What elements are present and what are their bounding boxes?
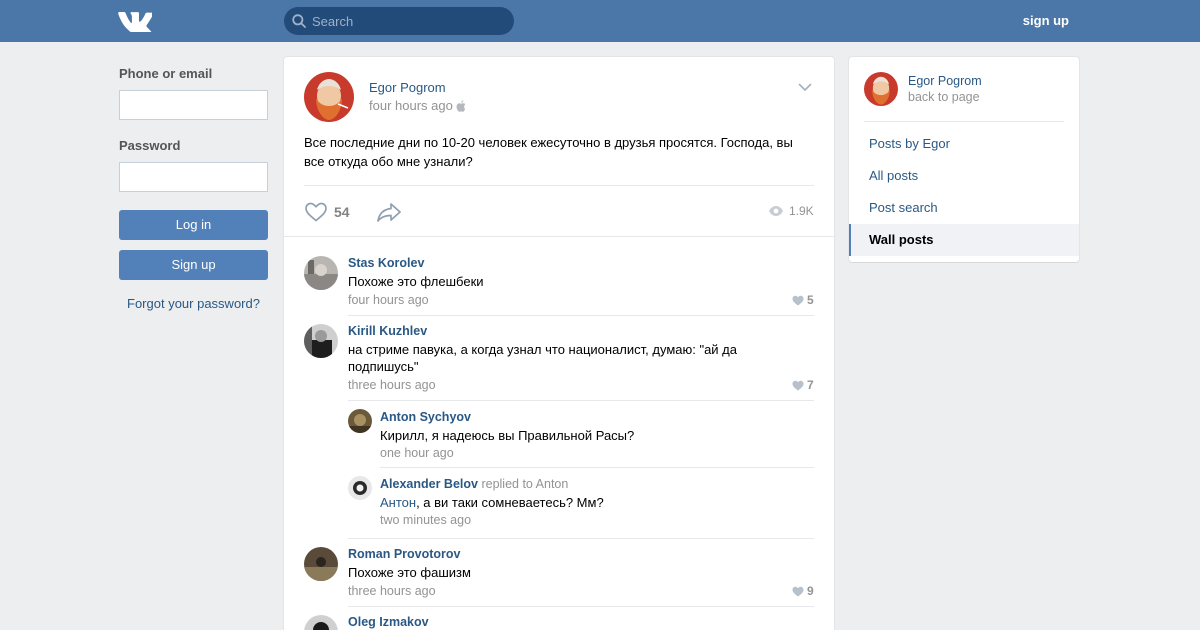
sidebar-author-name[interactable]: Egor Pogrom (908, 74, 982, 88)
right-sidebar: Egor Pogrom back to page Posts by Egor A… (849, 57, 1079, 262)
comment-like-count: 5 (807, 293, 814, 307)
forgot-password-link[interactable]: Forgot your password? (119, 296, 268, 311)
phone-label: Phone or email (119, 66, 213, 81)
password-field[interactable] (119, 162, 268, 192)
comment-text-line1: на стриме павука, а когда узнал что наци… (348, 342, 737, 357)
heart-icon[interactable] (792, 380, 804, 391)
post-author[interactable]: Egor Pogrom (369, 80, 446, 95)
post-time[interactable]: four hours ago (369, 98, 453, 113)
comment-time[interactable]: one hour ago (380, 446, 454, 460)
share-icon[interactable] (376, 202, 402, 222)
comment-text: Кирилл, я надеюсь вы Правильной Расы? (380, 428, 635, 443)
divider (380, 467, 814, 468)
divider (348, 538, 814, 539)
sidebar-item-post-search[interactable]: Post search (849, 192, 1079, 224)
search-box[interactable] (284, 7, 514, 35)
comment-author[interactable]: Roman Provotorov (348, 547, 461, 561)
password-label: Password (119, 138, 181, 153)
comment-time[interactable]: four hours ago (348, 293, 429, 307)
avatar[interactable] (864, 72, 898, 106)
heart-icon[interactable] (792, 295, 804, 306)
top-header: sign up (0, 0, 1200, 42)
avatar[interactable] (348, 476, 372, 500)
view-count: 1.9K (789, 204, 814, 218)
avatar[interactable] (304, 547, 338, 581)
comment-text: Антон, а ви таки сомневаетесь? Мм? (380, 495, 604, 510)
comment-author[interactable]: Stas Korolev (348, 256, 424, 270)
signup-button[interactable]: Sign up (119, 250, 268, 280)
heart-icon[interactable] (792, 586, 804, 597)
sidebar-item-wall-posts[interactable]: Wall posts (849, 224, 1079, 256)
comment-author[interactable]: Alexander Belov replied to Anton (380, 477, 568, 491)
search-input[interactable] (312, 7, 508, 35)
comment-author[interactable]: Oleg Izmakov (348, 615, 429, 629)
wall-post: Egor Pogrom four hours ago Все последние… (284, 57, 834, 630)
comment-text-line2: подпишусь" (348, 359, 419, 374)
vk-logo-icon[interactable] (118, 10, 152, 32)
login-form: Phone or email Password Log in Sign up F… (119, 66, 268, 311)
sidebar-item-posts-by-egor[interactable]: Posts by Egor (849, 128, 1079, 160)
comment-time[interactable]: three hours ago (348, 378, 436, 392)
comment-text: Похоже это флешбеки (348, 274, 484, 289)
avatar[interactable] (304, 324, 338, 358)
avatar[interactable] (304, 256, 338, 290)
mention-link[interactable]: Антон (380, 495, 416, 510)
avatar[interactable] (348, 409, 372, 433)
apple-icon (456, 100, 466, 112)
divider (304, 185, 814, 186)
back-to-page-link[interactable]: back to page (908, 90, 980, 104)
comment-time[interactable]: two minutes ago (380, 513, 471, 527)
comment-time[interactable]: three hours ago (348, 584, 436, 598)
divider (864, 121, 1064, 122)
comment-like-count: 7 (807, 378, 814, 392)
divider (348, 606, 814, 607)
comment-text: Похоже это фашизм (348, 565, 471, 580)
login-button[interactable]: Log in (119, 210, 268, 240)
eye-icon (769, 206, 783, 216)
search-icon (292, 14, 306, 28)
divider (348, 400, 814, 401)
post-text: Все последние дни по 10-20 человек ежесу… (304, 135, 793, 169)
divider (284, 236, 834, 237)
comment-author[interactable]: Kirill Kuzhlev (348, 324, 427, 338)
heart-icon[interactable] (304, 202, 328, 222)
comment-like-count: 9 (807, 584, 814, 598)
avatar[interactable] (304, 72, 354, 122)
phone-email-field[interactable] (119, 90, 268, 120)
replied-to-label[interactable]: replied to Anton (481, 477, 568, 491)
divider (348, 315, 814, 316)
comment-author[interactable]: Anton Sychyov (380, 410, 471, 424)
chevron-down-icon[interactable] (798, 83, 812, 92)
like-count: 54 (334, 204, 350, 220)
sidebar-item-all-posts[interactable]: All posts (849, 160, 1079, 192)
header-signup-link[interactable]: sign up (1023, 13, 1069, 28)
avatar[interactable] (304, 615, 338, 630)
